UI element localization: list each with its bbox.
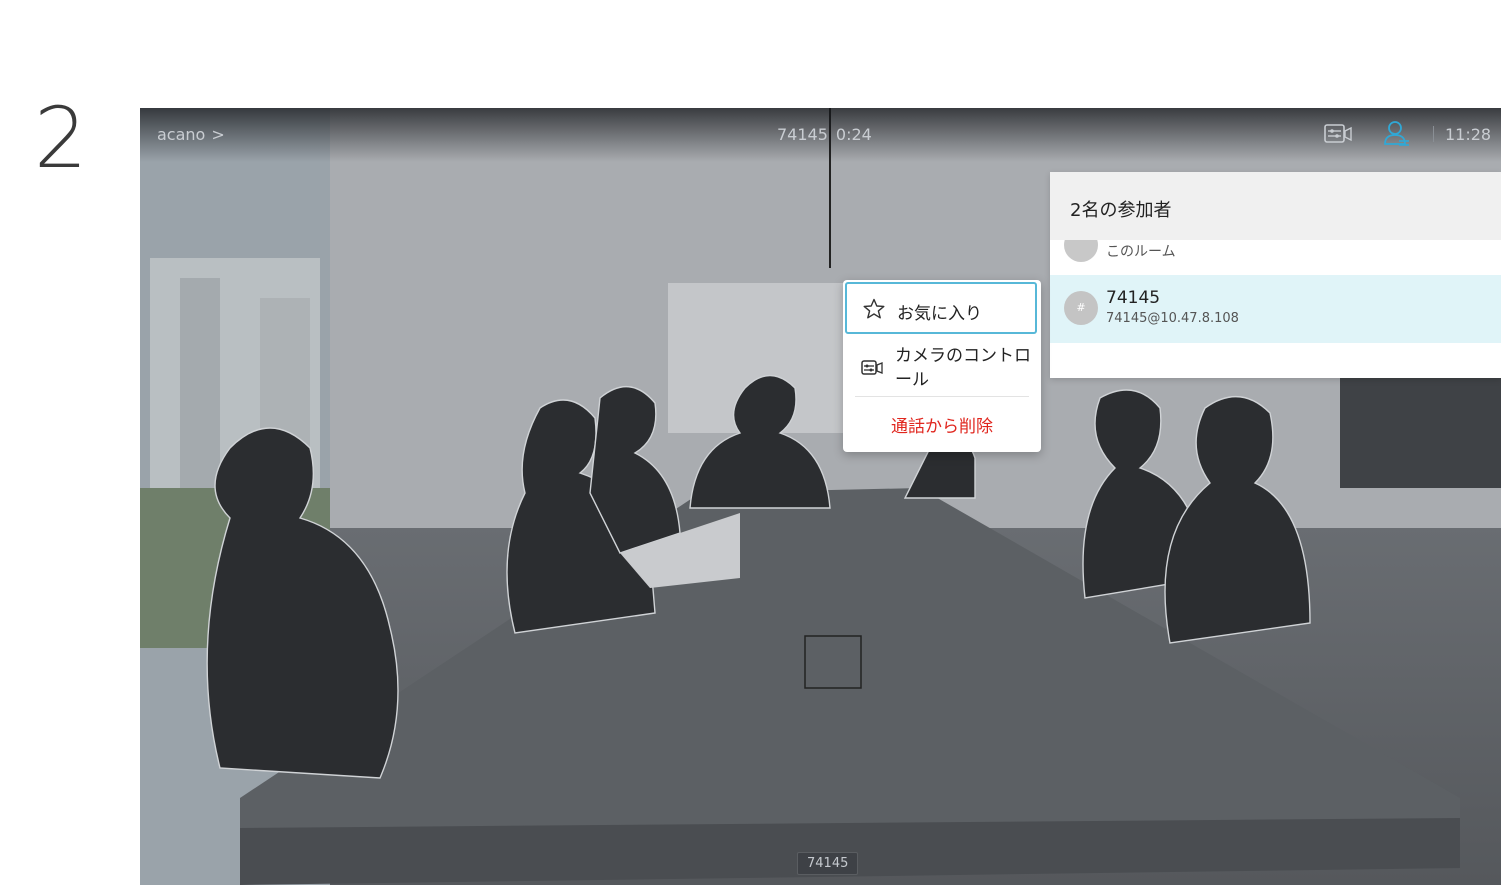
participants-icon[interactable]	[1384, 120, 1410, 148]
camera-control-icon	[861, 360, 883, 375]
topbar-divider	[1433, 126, 1434, 142]
remote-name-tag: 74145	[797, 852, 859, 875]
remove-from-call-label: 通話から削除	[891, 417, 993, 437]
participant-address: 74145@10.47.8.108	[1106, 311, 1239, 326]
panel-header: 2名の参加者	[1050, 172, 1501, 240]
clock-time: 11:28	[1445, 125, 1492, 144]
panel-title: 2名の参加者	[1070, 200, 1172, 221]
site-name-label: acano	[157, 125, 206, 144]
chevron-right-icon: >	[211, 125, 225, 144]
participant-label: このルーム	[1106, 244, 1176, 260]
site-name-link[interactable]: acano >	[157, 125, 225, 144]
favorite-label: お気に入り	[897, 304, 982, 324]
participant-row-this-room[interactable]: このルーム	[1050, 240, 1501, 274]
selfview-camera-icon[interactable]	[1324, 123, 1352, 145]
participant-context-menu: お気に入り カメラのコントロール 通話から削除	[843, 280, 1041, 452]
avatar	[1064, 240, 1098, 262]
participant-row-selected[interactable]: # 74145 74145@10.47.8.108	[1050, 275, 1501, 343]
call-number: 74145	[777, 125, 828, 144]
camera-control-label: カメラのコントロール	[895, 346, 1031, 390]
avatar: #	[1064, 291, 1098, 325]
call-duration: 0:24	[835, 125, 872, 144]
remove-from-call-menu-item[interactable]: 通話から削除	[843, 397, 1041, 449]
call-info: 74145 0:24	[777, 125, 880, 144]
star-outline-icon	[863, 298, 885, 319]
camera-control-menu-item[interactable]: カメラのコントロール	[843, 338, 1041, 396]
participants-panel: 2名の参加者 このルーム # 74145 74145@10.47.8.108	[1050, 172, 1501, 378]
favorite-menu-item[interactable]: お気に入り	[845, 282, 1037, 334]
call-top-bar: acano > 74145 0:24 11:28	[140, 108, 1501, 162]
step-number: 2	[34, 89, 88, 187]
participant-name: 74145	[1106, 288, 1161, 308]
